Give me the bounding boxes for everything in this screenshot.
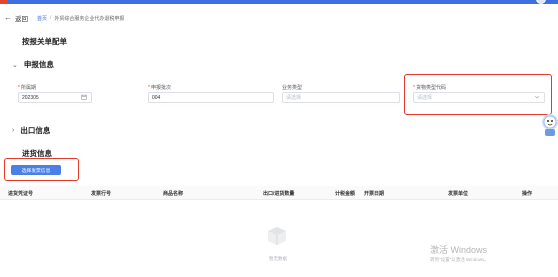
business-type-select[interactable]: 请选择 xyxy=(282,92,400,103)
chevron-right-icon: › xyxy=(12,127,15,134)
column-header: 计税金额 xyxy=(335,191,356,197)
select-invoice-highlight xyxy=(4,158,79,181)
breadcrumb-separator: / xyxy=(50,15,52,21)
watermark-title: 激活 Windows xyxy=(430,245,488,255)
business-type-placeholder: 请选择 xyxy=(286,95,302,101)
assistant-mascot-icon[interactable] xyxy=(540,112,558,138)
calendar-icon xyxy=(81,94,87,102)
column-header: 商品名称 xyxy=(163,191,184,197)
breadcrumb-current: 外贸综合服务企业代办退税申报 xyxy=(54,15,125,22)
column-header: 操作 xyxy=(522,191,533,197)
goods-type-code-highlight xyxy=(404,74,552,115)
chevron-down-icon: ⌄ xyxy=(12,61,18,69)
table-header: 进货凭证号 发票行号 商品名称 出口/进货数量 计税金额 开票日期 发票单位 操… xyxy=(0,186,558,200)
column-header: 进货凭证号 xyxy=(8,191,34,197)
batch-value: 004 xyxy=(152,94,161,101)
breadcrumb-home-link[interactable]: 首页 xyxy=(37,15,47,22)
page-title: 按报关单配单 xyxy=(22,37,67,46)
column-header: 开票日期 xyxy=(364,191,385,197)
top-bar xyxy=(0,0,558,4)
breadcrumb: ← 返回 首页 / 外贸综合服务企业代办退税申报 xyxy=(4,12,124,24)
column-header: 发票单位 xyxy=(448,191,469,197)
empty-state-text: 暂无数据 xyxy=(269,256,287,261)
column-header: 发票行号 xyxy=(91,191,112,197)
business-type-label: 业务类型 xyxy=(282,85,303,91)
section-export-info-toggle[interactable]: › 出口信息 xyxy=(12,125,50,136)
windows-activation-watermark: 激活 Windows 转到"设置"以激活 Windows。 xyxy=(430,243,489,263)
required-mark: * xyxy=(18,85,20,91)
top-bar-logo-strip xyxy=(0,0,8,4)
watermark-subtitle: 转到"设置"以激活 Windows。 xyxy=(430,257,489,262)
period-value: 202305 xyxy=(22,94,39,101)
section-declare-info-toggle[interactable]: ⌄ 申报信息 xyxy=(12,59,54,70)
back-link[interactable]: 返回 xyxy=(15,13,28,23)
empty-box-icon xyxy=(266,226,288,246)
required-mark: * xyxy=(148,85,150,91)
period-label: *所属期 xyxy=(18,85,36,91)
period-date-picker[interactable]: 202305 xyxy=(18,92,92,103)
section-export-info-title: 出口信息 xyxy=(20,126,51,135)
arrow-left-icon[interactable]: ← xyxy=(4,14,12,22)
section-declare-info-title: 申报信息 xyxy=(23,60,54,69)
column-header: 出口/进货数量 xyxy=(263,191,295,197)
batch-label: *申报批次 xyxy=(148,85,171,91)
batch-input[interactable]: 004 xyxy=(148,92,274,103)
